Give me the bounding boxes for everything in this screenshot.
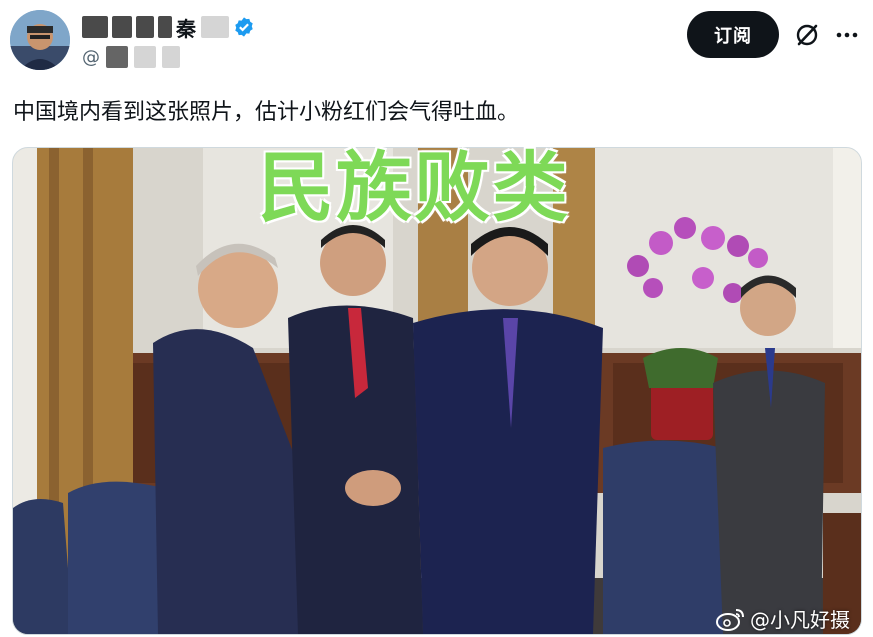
more-icon[interactable]: [832, 20, 862, 50]
avatar[interactable]: [10, 10, 70, 70]
redacted-name-part: [112, 16, 132, 38]
redacted-name-part: [82, 16, 108, 38]
handle-prefix: @: [82, 46, 100, 68]
watermark: @小凡好摄: [716, 604, 850, 633]
grok-icon[interactable]: [792, 20, 822, 50]
verified-badge-icon: [234, 17, 253, 37]
display-name-text: 秦: [176, 16, 197, 41]
redacted-name-part: [200, 16, 229, 38]
handle[interactable]: @: [82, 44, 180, 70]
subscribe-button[interactable]: 订阅: [687, 11, 779, 58]
avatar-image: [10, 10, 70, 70]
redacted-name-part: [136, 16, 154, 38]
weibo-icon: [716, 608, 744, 631]
redacted-handle-part: [134, 46, 156, 68]
watermark-text: @小凡好摄: [750, 608, 850, 632]
redacted-handle-part: [162, 46, 180, 68]
redacted-handle-part: [106, 46, 128, 68]
display-name[interactable]: 秦: [82, 12, 255, 42]
overlay-title: 民族败类: [258, 143, 570, 232]
post-header: 秦 @ 订阅: [0, 0, 873, 80]
redacted-name-part: [158, 16, 172, 38]
post-text: 中国境内看到这张照片，估计小粉红们会气得吐血。: [13, 100, 520, 125]
